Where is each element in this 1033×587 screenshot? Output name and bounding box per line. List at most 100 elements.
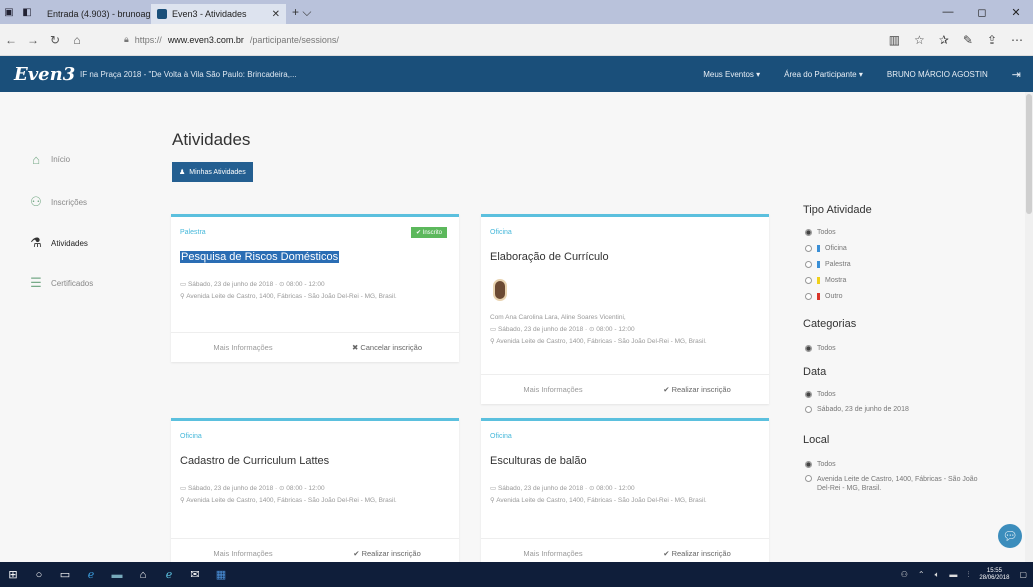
realizar-inscricao-button[interactable]: ✔ Realizar inscrição — [625, 375, 769, 404]
calendar-icon: ▭ — [180, 485, 188, 492]
radio-checked[interactable] — [805, 461, 812, 468]
back-icon[interactable]: ← — [0, 33, 22, 47]
meus-eventos-menu[interactable]: Meus Eventos ▾ — [703, 70, 760, 79]
radio[interactable] — [805, 277, 812, 284]
people-icon[interactable]: ⚇ — [901, 570, 908, 579]
sidebar-item-atividades[interactable]: ⚗ Atividades — [28, 235, 88, 251]
notes-pen-icon[interactable]: ✎ — [963, 33, 973, 47]
color-swatch — [817, 293, 820, 300]
activity-title[interactable]: Cadastro de Curriculum Lattes — [180, 455, 329, 467]
sidebar-item-certificados[interactable]: ☰ Certificados — [28, 275, 93, 291]
scrollbar-thumb[interactable] — [1026, 94, 1032, 214]
filter-option-label: Avenida Leite de Castro, 1400, Fábricas … — [817, 476, 978, 492]
refresh-icon[interactable]: ↻ — [44, 33, 66, 47]
minimize-icon[interactable]: — — [931, 0, 965, 24]
windows-start-icon[interactable]: ⊞ — [0, 562, 26, 587]
tab-back-icon[interactable]: ◧ — [18, 0, 36, 24]
minhas-atividades-button[interactable]: ♟ Minhas Atividades — [172, 162, 253, 182]
search-icon[interactable]: ○ — [26, 562, 52, 587]
even3-logo[interactable]: Even3 — [14, 64, 80, 85]
sidebar-item-inicio[interactable]: ⌂ Início — [28, 152, 70, 167]
radio-checked[interactable] — [805, 229, 812, 236]
reading-view-icon[interactable]: ▥ — [889, 33, 900, 47]
app-header: Even3 IF na Praça 2018 - "De Volta à Vil… — [0, 56, 1033, 92]
address-bar: ← → ↻ ⌂ 🔒︎ https:// www.even3.com.br/part… — [0, 24, 1033, 56]
clock[interactable]: 15:55 28/06/2018 — [979, 568, 1009, 582]
ie-icon[interactable]: ℯ — [156, 562, 182, 587]
tab-actions-icon[interactable]: ▣ — [0, 0, 18, 24]
favorite-star-icon[interactable]: ☆ — [914, 33, 925, 47]
home-icon[interactable]: ⌂ — [66, 33, 88, 47]
mais-informacoes-button[interactable]: Mais Informações — [171, 333, 315, 362]
maximize-icon[interactable]: ◻ — [965, 0, 999, 24]
more-icon[interactable]: ⋯ — [1011, 33, 1023, 47]
radio-checked[interactable] — [805, 391, 812, 398]
filter-option[interactable]: Todos — [805, 228, 836, 237]
tray-chevron-icon[interactable]: ⌃ — [918, 570, 925, 579]
close-tab-icon[interactable]: ✕ — [272, 9, 280, 20]
filter-title-local: Local — [803, 434, 830, 446]
flask-icon: ⚗ — [30, 235, 42, 250]
radio[interactable] — [805, 475, 812, 482]
user-name[interactable]: BRUNO MÁRCIO AGOSTIN — [887, 70, 988, 79]
network-icon[interactable]: ⫶ — [967, 570, 969, 580]
mais-informacoes-button[interactable]: Mais Informações — [481, 375, 625, 404]
filter-option-label: Oficina — [825, 245, 847, 252]
filter-option[interactable]: Todos — [805, 390, 836, 399]
activity-address-text: Avenida Leite de Castro, 1400, Fábricas … — [496, 338, 707, 345]
filter-option[interactable]: Palestra — [805, 260, 851, 269]
store-icon[interactable]: ⌂ — [130, 562, 156, 587]
activity-title[interactable]: Elaboração de Currículo — [490, 251, 609, 263]
mail-icon[interactable]: ✉ — [182, 562, 208, 587]
radio[interactable] — [805, 261, 812, 268]
activity-title[interactable]: Pesquisa de Riscos Domésticos — [180, 251, 340, 263]
filter-option[interactable]: Oficina — [805, 244, 847, 253]
battery-icon[interactable]: ▬ — [949, 570, 957, 579]
radio[interactable] — [805, 245, 812, 252]
radio[interactable] — [805, 293, 812, 300]
activity-address: ⚲ Avenida Leite de Castro, 1400, Fábrica… — [490, 337, 760, 346]
filter-option-label: Mostra — [825, 277, 847, 284]
cancelar-inscricao-button[interactable]: ✖ Cancelar inscrição — [315, 333, 459, 362]
filter-option[interactable]: Sábado, 23 de junho de 2018 — [805, 405, 909, 414]
area-participante-menu[interactable]: Área do Participante ▾ — [784, 70, 863, 79]
share-icon[interactable]: ⇪ — [987, 33, 997, 47]
activity-title[interactable]: Esculturas de balão — [490, 455, 587, 467]
filter-option-label: Todos — [817, 229, 836, 236]
activity-date-text: Sábado, 23 de junho de 2018 · ⊙ 08:00 - … — [497, 326, 635, 333]
browser-tab-even3[interactable]: Even3 - Atividades ✕ — [151, 4, 286, 24]
browser-tab-gmail[interactable]: Entrada (4.903) - brunoago — [36, 4, 156, 24]
favorites-hub-icon[interactable]: ✰ — [939, 33, 949, 47]
color-swatch — [817, 245, 820, 252]
filter-option[interactable]: Todos — [805, 460, 836, 469]
desktop-app-icon[interactable]: ▬ — [104, 562, 130, 587]
filter-option[interactable]: Mostra — [805, 276, 846, 285]
browser-tab-bar: ▣ ◧ Entrada (4.903) - brunoago Even3 - A… — [0, 0, 1033, 24]
volume-icon[interactable]: 🔈︎ — [935, 570, 940, 580]
chat-bubble-icon[interactable]: 💬︎ — [998, 524, 1022, 548]
activity-card: Oficina Elaboração de Currículo Com Ana … — [481, 214, 769, 404]
new-tab-icon[interactable]: + ⌵ — [292, 5, 311, 20]
filter-option[interactable]: Todos — [805, 344, 836, 353]
header-nav: Meus Eventos ▾ Área do Participante ▾ BR… — [703, 56, 1033, 92]
activity-date: ▭ Sábado, 23 de junho de 2018 · ⊙ 08:00 … — [490, 325, 760, 334]
logout-icon[interactable]: ⇥ — [1012, 68, 1021, 81]
notifications-icon[interactable]: ▢ — [1019, 570, 1027, 579]
forward-icon[interactable]: → — [22, 33, 44, 47]
url-field[interactable]: 🔒︎ https:// www.even3.com.br/participante… — [124, 34, 339, 45]
sidebar-item-inscricoes[interactable]: ⚇ Inscrições — [28, 194, 87, 210]
page-scrollbar[interactable] — [1025, 92, 1033, 562]
activity-address-text: Avenida Leite de Castro, 1400, Fábricas … — [186, 293, 397, 300]
user-plus-icon: ⚇ — [30, 194, 42, 209]
edge-taskbar-icon[interactable]: ℯ — [78, 562, 104, 587]
filter-option[interactable]: Outro — [805, 292, 843, 301]
radio[interactable] — [805, 406, 812, 413]
filter-option[interactable]: Avenida Leite de Castro, 1400, Fábricas … — [805, 475, 985, 493]
radio-checked[interactable] — [805, 345, 812, 352]
event-title[interactable]: IF na Praça 2018 - "De Volta à Vila São … — [80, 70, 297, 79]
explorer-icon[interactable]: ▦ — [208, 562, 234, 587]
tab-label: Entrada (4.903) - brunoago — [47, 9, 156, 19]
activity-card: Oficina Esculturas de balão ▭ Sábado, 23… — [481, 418, 769, 568]
task-view-icon[interactable]: ▭ — [52, 562, 78, 587]
close-window-icon[interactable]: ✕ — [999, 0, 1033, 24]
